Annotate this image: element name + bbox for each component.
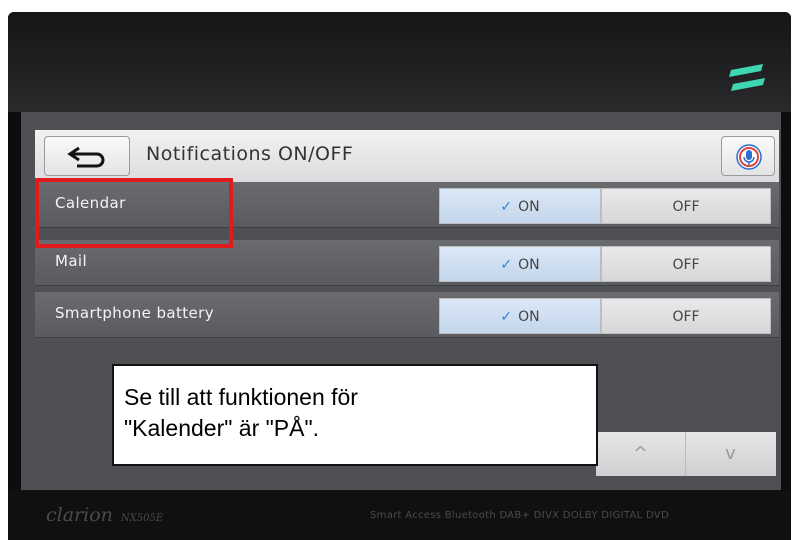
off-label: OFF [672,199,700,215]
brand-logo-icon [729,64,765,91]
on-label: ON [518,199,540,215]
feature-logos: Smart Access Bluetooth DAB+ DIVX DOLBY D… [370,510,669,521]
check-icon: ✓ [500,309,513,325]
top-bezel [8,12,791,112]
back-button[interactable] [44,136,130,176]
scroll-up-button[interactable]: ^ [596,432,686,476]
microphone-icon [736,144,762,170]
page-title: Notifications ON/OFF [146,143,354,165]
header-bar: Notifications ON/OFF [35,130,779,182]
callout-line-2: "Kalender" är "PÅ". [124,415,320,441]
off-button[interactable]: OFF [601,298,771,334]
back-arrow-icon [67,146,105,168]
on-label: ON [518,257,540,273]
callout-line-1: Se till att funktionen för [124,384,358,410]
check-icon: ✓ [500,257,513,273]
brand-name: clarion [46,504,113,526]
scroll-controls: ^ v [596,432,776,476]
on-label: ON [518,309,540,325]
on-button[interactable]: ✓ ON [439,188,601,224]
scroll-down-button[interactable]: v [686,432,775,476]
on-button[interactable]: ✓ ON [439,246,601,282]
off-button[interactable]: OFF [601,246,771,282]
setting-label: Smartphone battery [55,304,215,322]
off-button[interactable]: OFF [601,188,771,224]
voice-button[interactable] [721,136,775,176]
model-number: NX505E [120,513,164,524]
instruction-callout: Se till att funktionen för "Kalender" är… [112,364,598,466]
on-button[interactable]: ✓ ON [439,298,601,334]
off-label: OFF [672,309,700,325]
brand-logo: clarion NX505E [46,504,163,526]
setting-row-smartphone-battery: Smartphone battery ✓ ON OFF [35,292,779,338]
setting-label: Mail [55,252,88,270]
check-icon: ✓ [500,199,513,215]
chevron-up-icon: ^ [632,443,649,464]
highlight-box [35,178,233,248]
chevron-down-icon: v [725,443,736,464]
off-label: OFF [672,257,700,273]
